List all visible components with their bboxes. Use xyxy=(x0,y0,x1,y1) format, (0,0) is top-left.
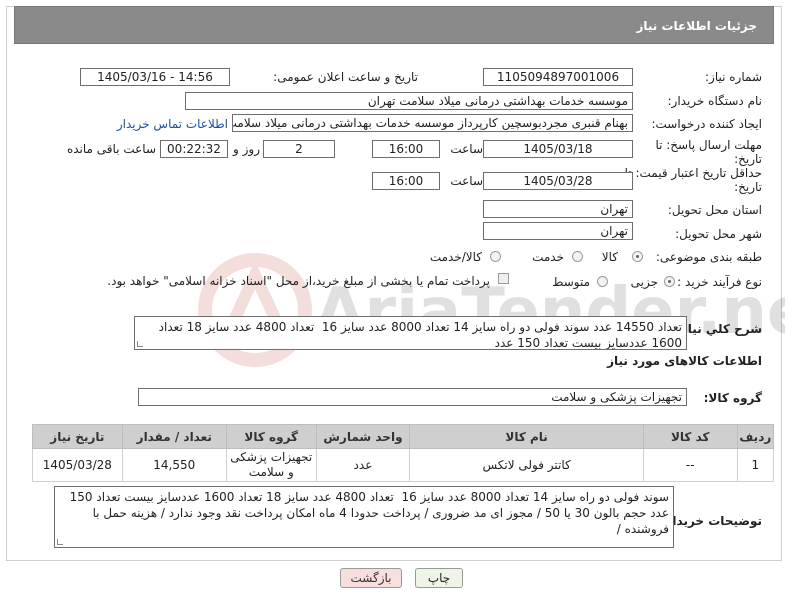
remaining-label: ساعت باقی مانده xyxy=(66,142,156,156)
reply-time-label: ساعت xyxy=(450,142,483,156)
col-quantity: تعداد / مقدار xyxy=(121,424,227,449)
cell-goods-group: تجهیزات پزشکی و سلامت xyxy=(225,448,317,482)
need-description-text: تعداد 14550 عدد سوند فولی دو راه سایز 14… xyxy=(154,320,682,350)
category-option-service: خدمت xyxy=(532,250,564,264)
announce-datetime-label: تاریخ و ساعت اعلان عمومی: xyxy=(273,70,418,84)
validity-date-field: 1405/03/28 xyxy=(483,172,633,190)
buyer-org-label: نام دستگاه خریدار: xyxy=(667,94,763,108)
cell-row-number: 1 xyxy=(736,448,775,482)
remaining-time-field: 00:22:32 xyxy=(160,140,228,158)
requester-label: ایجاد کننده درخواست: xyxy=(651,117,762,131)
requester-field: بهنام قنبری مجردبوسچین کارپرداز موسسه خد… xyxy=(232,114,633,132)
need-number-field: 1105094897001006 xyxy=(483,68,633,86)
goods-group-field: تجهیزات پزشکی و سلامت xyxy=(138,388,687,406)
goods-info-heading: اطلاعات کالاهای مورد نیاز xyxy=(607,354,762,368)
cell-quantity: 14,550 xyxy=(121,448,227,482)
price-validity-label: حداقل تاریخ اعتبار قیمت: تا تاریخ: xyxy=(624,166,762,194)
cell-need-date: 1405/03/28 xyxy=(32,448,123,482)
announce-datetime-field: 1405/03/16 - 14:56 xyxy=(80,68,230,86)
buyer-notes-text: سوند فولی دو راه سایز 14 تعداد 8000 عدد … xyxy=(65,490,669,536)
need-description-label: شرح کلي نياز: xyxy=(676,322,762,336)
purchase-option-medium: متوسط xyxy=(552,275,590,289)
resize-grip-icon[interactable] xyxy=(137,341,143,347)
purchase-option-minor: جزیی xyxy=(630,275,658,289)
page-title: جزئیات اطلاعات نیاز xyxy=(14,6,774,44)
reply-days-field: 2 xyxy=(263,140,335,158)
category-option-goods-service: کالا/خدمت xyxy=(429,250,482,264)
need-number-label: شماره نیاز: xyxy=(705,70,762,84)
category-radio-goods[interactable] xyxy=(632,251,643,262)
back-button[interactable]: بازگشت xyxy=(340,568,402,588)
col-need-date: تاریخ نیاز xyxy=(32,424,123,449)
col-goods-group: گروه کالا xyxy=(225,424,317,449)
table-header-row: ردیف کد کالا نام کالا واحد شمارش گروه کا… xyxy=(32,424,775,449)
cell-unit: عدد xyxy=(315,448,411,482)
city-label: شهر محل تحویل: xyxy=(675,227,762,241)
goods-table: ردیف کد کالا نام کالا واحد شمارش گروه کا… xyxy=(32,424,775,482)
table-row[interactable]: 1 -- کاتتر فولی لاتکس عدد تجهیزات پزشکی … xyxy=(32,448,775,482)
day-and-label: روز و xyxy=(233,142,260,156)
col-goods-name: نام کالا xyxy=(409,424,644,449)
reply-time-field: 16:00 xyxy=(372,140,440,158)
city-field: تهران xyxy=(483,222,633,240)
province-field: تهران xyxy=(483,200,633,218)
category-radio-goods-service[interactable] xyxy=(490,251,501,262)
validity-time-field: 16:00 xyxy=(372,172,440,190)
need-description-textarea[interactable]: تعداد 14550 عدد سوند فولی دو راه سایز 14… xyxy=(134,316,687,350)
purchase-radio-medium[interactable] xyxy=(597,276,608,287)
goods-group-label: گروه کالا: xyxy=(703,391,762,405)
print-button[interactable]: چاپ xyxy=(415,568,463,588)
treasury-payment-checkbox[interactable] xyxy=(498,273,509,284)
col-row-number: ردیف xyxy=(736,424,775,449)
category-option-goods: کالا xyxy=(601,250,618,264)
cell-goods-name: کاتتر فولی لاتکس xyxy=(409,448,644,482)
resize-grip-icon[interactable] xyxy=(57,539,63,545)
reply-deadline-label: مهلت ارسال پاسخ: تا تاریخ: xyxy=(655,138,762,166)
buyer-notes-label: توضیحات خریدار: xyxy=(660,514,762,528)
category-radio-service[interactable] xyxy=(572,251,583,262)
category-label: طبقه بندی موضوعی: xyxy=(655,250,762,264)
buyer-org-field: موسسه خدمات بهداشتی درمانی میلاد سلامت ت… xyxy=(185,92,633,110)
purchase-type-label: نوع فرآیند خرید : xyxy=(677,275,762,289)
buyer-notes-textarea[interactable]: سوند فولی دو راه سایز 14 تعداد 8000 عدد … xyxy=(54,486,674,548)
reply-date-field: 1405/03/18 xyxy=(483,140,633,158)
col-unit: واحد شمارش xyxy=(315,424,411,449)
col-goods-code: کد کالا xyxy=(642,424,738,449)
treasury-payment-note: پرداخت تمام یا بخشی از مبلغ خرید،از محل … xyxy=(107,274,490,288)
purchase-radio-minor[interactable] xyxy=(664,276,675,287)
validity-time-label: ساعت xyxy=(450,174,483,188)
buyer-contact-link[interactable]: اطلاعات تماس خریدار xyxy=(117,117,228,131)
province-label: استان محل تحویل: xyxy=(667,203,762,217)
cell-goods-code: -- xyxy=(642,448,738,482)
